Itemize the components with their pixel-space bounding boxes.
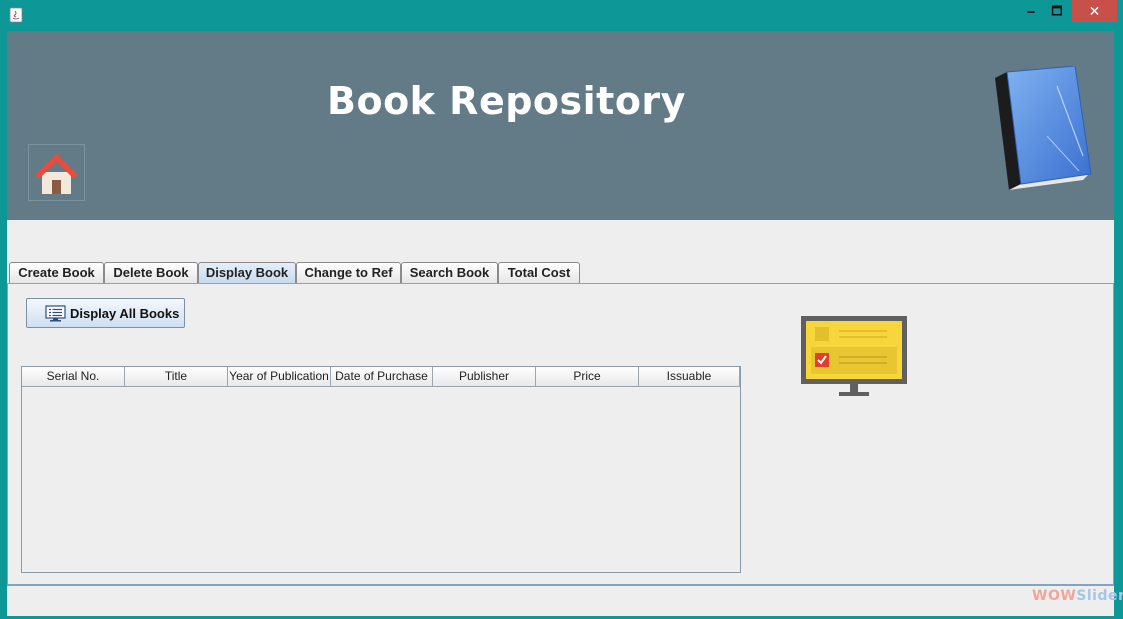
footer-divider bbox=[7, 584, 1114, 585]
wowslider-watermark: WOWSlider bbox=[1032, 588, 1123, 604]
display-all-books-button[interactable]: Display All Books bbox=[26, 298, 185, 328]
tab-search-book[interactable]: Search Book bbox=[401, 262, 498, 283]
column-header-year-of-publication[interactable]: Year of Publication bbox=[228, 367, 331, 387]
tab-change-to-ref[interactable]: Change to Ref bbox=[296, 262, 401, 283]
monitor-checklist-icon bbox=[801, 316, 907, 396]
column-header-title[interactable]: Title bbox=[125, 367, 228, 387]
home-icon bbox=[35, 154, 78, 194]
tab-delete-book[interactable]: Delete Book bbox=[104, 262, 198, 283]
tab-display-book[interactable]: Display Book bbox=[198, 262, 296, 283]
header-banner: Book Repository bbox=[7, 31, 1114, 220]
minimize-button[interactable]: 🗕 bbox=[1020, 0, 1042, 22]
page-title: Book Repository bbox=[327, 79, 686, 123]
table-header: Serial No. Title Year of Publication Dat… bbox=[22, 367, 740, 387]
app-frame: Book Repository Create Book Delete Book … bbox=[7, 31, 1123, 616]
column-header-price[interactable]: Price bbox=[536, 367, 639, 387]
close-button[interactable]: ✕ bbox=[1072, 0, 1117, 22]
books-table[interactable]: Serial No. Title Year of Publication Dat… bbox=[21, 366, 741, 573]
tab-total-cost[interactable]: Total Cost bbox=[498, 262, 580, 283]
monitor-list-icon bbox=[45, 305, 66, 322]
display-book-panel: Display All Books Serial No. Title Year … bbox=[7, 283, 1114, 586]
book-icon bbox=[995, 66, 1092, 190]
tab-create-book[interactable]: Create Book bbox=[9, 262, 104, 283]
display-all-books-label: Display All Books bbox=[70, 306, 180, 321]
watermark-wow: WOW bbox=[1032, 588, 1077, 604]
column-header-date-of-purchase[interactable]: Date of Purchase bbox=[331, 367, 433, 387]
maximize-button[interactable]: 🗖 bbox=[1046, 0, 1068, 22]
java-app-icon bbox=[9, 7, 23, 23]
home-button[interactable] bbox=[28, 144, 85, 201]
window-titlebar[interactable]: 🗕 🗖 ✕ bbox=[0, 0, 1123, 30]
column-header-issuable[interactable]: Issuable bbox=[639, 367, 740, 387]
column-header-publisher[interactable]: Publisher bbox=[433, 367, 536, 387]
watermark-slider: Slider bbox=[1076, 588, 1123, 604]
column-header-serial-no[interactable]: Serial No. bbox=[22, 367, 125, 387]
